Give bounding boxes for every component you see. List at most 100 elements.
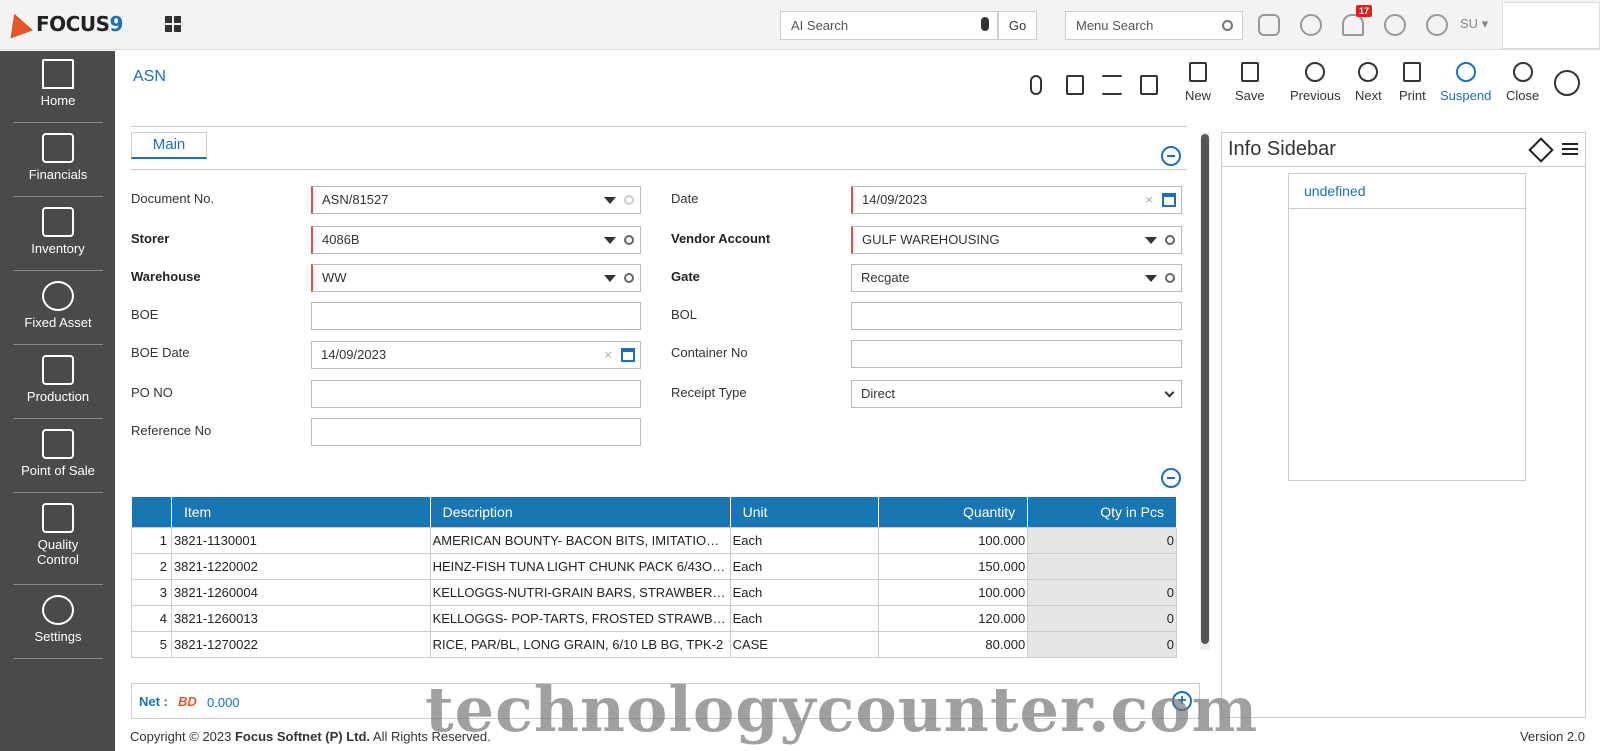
play-icon[interactable]	[1300, 14, 1322, 36]
new-button[interactable]: New	[1185, 62, 1211, 103]
quantity-cell[interactable]: 150.000	[878, 552, 1029, 580]
calendar-icon[interactable]	[1162, 193, 1176, 207]
unit-cell[interactable]: Each	[729, 552, 880, 580]
description-cell[interactable]: RICE, PAR/BL, LONG GRAIN, 6/10 LB BG, TP…	[429, 630, 731, 658]
sidebar-item-home[interactable]: Home	[13, 59, 103, 123]
focus-logo[interactable]: FOCUS9	[2, 9, 123, 39]
table-row[interactable]: 5 3821-1270022 RICE, PAR/BL, LONG GRAIN,…	[131, 630, 1177, 658]
storer-field[interactable]: 4086B	[311, 226, 641, 254]
sidebar-item-inventory[interactable]: Inventory	[13, 207, 103, 271]
description-header[interactable]: Description	[430, 497, 731, 527]
chevron-down-icon[interactable]	[604, 275, 616, 282]
page-icon[interactable]	[1140, 75, 1158, 95]
bol-field[interactable]	[851, 302, 1182, 330]
unit-cell[interactable]: Each	[729, 526, 880, 554]
user-avatar-icon[interactable]	[1426, 14, 1448, 36]
gear-icon[interactable]	[624, 195, 634, 205]
unit-cell[interactable]: CASE	[729, 630, 880, 658]
gear-icon[interactable]	[624, 235, 634, 245]
container-no-field[interactable]	[851, 340, 1182, 368]
description-cell[interactable]: AMERICAN BOUNTY- BACON BITS, IMITATION, …	[429, 526, 731, 554]
quantity-cell[interactable]: 120.000	[878, 604, 1029, 632]
warehouse-field[interactable]: WW	[311, 264, 641, 292]
chevron-down-icon[interactable]	[604, 237, 616, 244]
mouse-icon[interactable]	[1030, 75, 1042, 95]
collapse-header-icon[interactable]	[1161, 146, 1181, 166]
item-cell[interactable]: 3821-1130001	[170, 526, 431, 554]
info-tab[interactable]: undefined	[1289, 174, 1525, 209]
suspend-button[interactable]: Suspend	[1440, 62, 1491, 103]
date-field[interactable]: 14/09/2023 ×	[851, 186, 1182, 214]
go-button[interactable]: Go	[998, 11, 1037, 40]
form-scrollbar[interactable]	[1200, 132, 1210, 650]
quantity-cell[interactable]: 100.000	[878, 526, 1029, 554]
menu-icon[interactable]	[1562, 143, 1578, 155]
boe-field[interactable]	[311, 302, 641, 330]
table-row[interactable]: 4 3821-1260013 KELLOGGS- POP-TARTS, FROS…	[131, 604, 1177, 632]
chevron-down-icon[interactable]	[1145, 237, 1157, 244]
document-icon[interactable]	[1066, 75, 1084, 95]
sidebar-item-quality-control[interactable]: Quality Control	[13, 503, 103, 585]
description-cell[interactable]: HEINZ-FISH TUNA LIGHT CHUNK PACK 6/43OZ …	[429, 552, 731, 580]
tab-main[interactable]: Main	[131, 132, 207, 159]
item-cell[interactable]: 3821-1260013	[170, 604, 431, 632]
search-icon[interactable]	[1222, 20, 1233, 31]
ai-search-input[interactable]: AI Search	[780, 11, 998, 40]
reference-no-field[interactable]	[311, 418, 641, 446]
unit-cell[interactable]: Each	[729, 578, 880, 606]
unit-header[interactable]: Unit	[730, 497, 880, 527]
boe-date-field[interactable]: 14/09/2023 ×	[311, 341, 641, 369]
clear-icon[interactable]: ×	[1145, 187, 1153, 213]
description-cell[interactable]: KELLOGGS-NUTRI-GRAIN BARS, STRAWBERRY, .…	[429, 578, 731, 606]
sidebar-item-financials[interactable]: Financials	[13, 133, 103, 197]
gear-icon[interactable]	[1165, 273, 1175, 283]
item-header[interactable]: Item	[171, 497, 431, 527]
microphone-icon[interactable]	[981, 17, 989, 31]
vendor-account-field[interactable]: GULF WAREHOUSING	[851, 226, 1182, 254]
database-icon[interactable]	[1258, 14, 1280, 36]
receipt-type-select[interactable]: Direct	[851, 380, 1182, 408]
qty-in-pcs-header[interactable]: Qty in Pcs	[1027, 497, 1177, 527]
chevron-down-icon[interactable]	[1145, 275, 1157, 282]
table-row[interactable]: 1 3821-1130001 AMERICAN BOUNTY- BACON BI…	[131, 526, 1177, 554]
gear-icon[interactable]	[624, 273, 634, 283]
receipt-type-value: Direct	[861, 386, 895, 401]
table-row[interactable]: 3 3821-1260004 KELLOGGS-NUTRI-GRAIN BARS…	[131, 578, 1177, 606]
hamburger-menu-icon[interactable]	[1554, 70, 1580, 96]
po-no-field[interactable]	[311, 380, 641, 408]
sidebar-item-settings[interactable]: Settings	[13, 595, 103, 659]
gear-icon	[42, 595, 74, 625]
save-button[interactable]: Save	[1235, 62, 1265, 103]
next-button[interactable]: Next	[1355, 62, 1382, 103]
sidebar-item-fixed-asset[interactable]: Fixed Asset	[13, 281, 103, 345]
info-panel: undefined	[1288, 173, 1526, 481]
previous-button[interactable]: Previous	[1290, 62, 1341, 103]
document-no-field[interactable]: ASN/81527	[311, 186, 641, 214]
quantity-header[interactable]: Quantity	[878, 497, 1029, 527]
bell-icon[interactable]	[1342, 14, 1364, 36]
table-row[interactable]: 2 3821-1220002 HEINZ-FISH TUNA LIGHT CHU…	[131, 552, 1177, 580]
user-menu[interactable]: SU ▾	[1460, 16, 1488, 32]
menu-search-input[interactable]: Menu Search	[1065, 11, 1243, 40]
list-icon[interactable]	[1102, 75, 1122, 95]
calendar-icon[interactable]	[621, 348, 635, 362]
item-cell[interactable]: 3821-1260004	[170, 578, 431, 606]
item-cell[interactable]: 3821-1270022	[170, 630, 431, 658]
apps-grid-icon[interactable]	[165, 16, 181, 32]
sidebar-item-point-of-sale[interactable]: Point of Sale	[13, 429, 103, 493]
history-icon[interactable]	[1384, 14, 1406, 36]
tools-icon[interactable]	[1528, 137, 1554, 163]
unit-cell[interactable]: Each	[729, 604, 880, 632]
quantity-cell[interactable]: 80.000	[878, 630, 1029, 658]
gate-field[interactable]: Recgate	[851, 264, 1182, 292]
quantity-cell[interactable]: 100.000	[878, 578, 1029, 606]
gear-icon[interactable]	[1165, 235, 1175, 245]
item-cell[interactable]: 3821-1220002	[170, 552, 431, 580]
close-button[interactable]: Close	[1506, 62, 1539, 103]
print-button[interactable]: Print	[1399, 62, 1426, 103]
sidebar-item-production[interactable]: Production	[13, 355, 103, 419]
chevron-down-icon[interactable]	[604, 197, 616, 204]
collapse-grid-icon[interactable]	[1161, 468, 1181, 488]
clear-icon[interactable]: ×	[604, 342, 612, 368]
description-cell[interactable]: KELLOGGS- POP-TARTS, FROSTED STRAWBERRY.…	[429, 604, 731, 632]
